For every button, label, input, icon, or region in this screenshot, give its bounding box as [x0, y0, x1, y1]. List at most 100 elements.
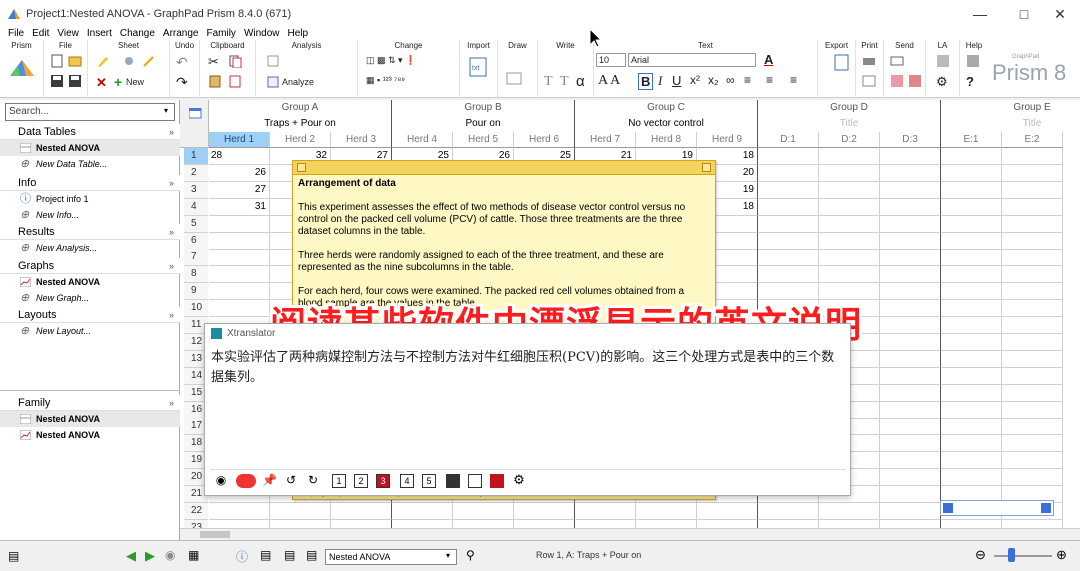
table-cell[interactable] [819, 181, 880, 199]
highlight-pen-icon[interactable] [96, 54, 110, 68]
table-cell[interactable] [270, 502, 331, 520]
group-title[interactable]: No vector control [575, 116, 758, 132]
new-sheet-button[interactable]: New [126, 77, 144, 87]
table-cell[interactable] [880, 350, 941, 368]
collapse-icon[interactable]: » [169, 395, 174, 411]
menu-arrange[interactable]: Arrange [163, 27, 199, 40]
table-cell[interactable] [819, 502, 880, 520]
table-cell[interactable] [880, 164, 941, 182]
table-cell[interactable] [1002, 148, 1063, 165]
collapse-icon[interactable]: » [169, 307, 174, 323]
note-close-icon[interactable] [702, 163, 711, 172]
table-cell[interactable] [941, 519, 1002, 528]
column-header[interactable]: Herd 8 [636, 132, 697, 148]
table-cell[interactable] [819, 519, 880, 528]
table-cell[interactable] [941, 266, 1002, 284]
undo-icon[interactable]: ↶ [176, 54, 188, 71]
la-icon[interactable] [936, 54, 950, 68]
new-file-icon[interactable] [50, 54, 64, 68]
table-cell[interactable] [453, 502, 514, 520]
row-number[interactable]: 4 [184, 198, 208, 216]
menu-insert[interactable]: Insert [87, 27, 112, 40]
column-header[interactable]: Herd 9 [697, 132, 758, 148]
column-header[interactable]: Herd 7 [575, 132, 636, 148]
table-cell[interactable] [758, 164, 819, 182]
table-cell[interactable] [1002, 350, 1063, 368]
table-cell[interactable] [1002, 266, 1063, 284]
note-collapse-icon[interactable] [297, 163, 306, 172]
table-cell[interactable] [1002, 367, 1063, 385]
table-cell[interactable] [880, 519, 941, 528]
table-cell[interactable] [880, 401, 941, 419]
section-title[interactable]: Layouts [18, 309, 57, 321]
search-input[interactable]: Search... [5, 103, 175, 121]
table-cell[interactable]: 27 [209, 181, 270, 199]
table-cell[interactable] [331, 519, 392, 528]
nav-item-new-layout[interactable]: ⊕ New Layout... [0, 323, 180, 339]
group-header[interactable]: Group E [941, 100, 1080, 116]
wand-icon[interactable] [142, 54, 156, 68]
table-cell[interactable] [880, 148, 941, 165]
horizontal-scrollbar[interactable] [180, 528, 1080, 540]
mini-close-icon[interactable] [1041, 503, 1051, 513]
rotate-right-icon[interactable]: ↻ [306, 474, 320, 488]
page-5-button[interactable]: 5 [422, 474, 436, 488]
mini-collapse-icon[interactable] [943, 503, 953, 513]
table-cell[interactable] [1002, 452, 1063, 470]
menu-edit[interactable]: Edit [32, 27, 49, 40]
sheet-select[interactable]: Nested ANOVA [325, 549, 457, 565]
table-cell[interactable] [941, 418, 1002, 436]
table-cell[interactable] [941, 164, 1002, 182]
table-cell[interactable] [880, 418, 941, 436]
analyze-icon[interactable] [266, 75, 280, 89]
table-cell[interactable] [758, 198, 819, 216]
prev-sheet-icon[interactable]: ◀ [126, 548, 136, 564]
table-cell[interactable] [758, 148, 819, 165]
table-cell[interactable] [209, 266, 270, 284]
table-cell[interactable] [697, 502, 758, 520]
column-header[interactable]: Herd 2 [270, 132, 331, 148]
table-cell[interactable] [941, 300, 1002, 318]
paste-icon[interactable] [208, 74, 222, 88]
menu-help[interactable]: Help [288, 27, 309, 40]
table-cell[interactable] [209, 519, 270, 528]
table-cell[interactable] [880, 283, 941, 301]
page-4-button[interactable]: 4 [400, 474, 414, 488]
table-cell[interactable] [819, 266, 880, 284]
menu-family[interactable]: Family [206, 27, 235, 40]
table-cell[interactable] [575, 502, 636, 520]
view-graph-icon[interactable]: ▤ [284, 548, 295, 562]
section-title[interactable]: Graphs [18, 260, 54, 272]
section-title[interactable]: Results [18, 226, 55, 238]
table-cell[interactable] [1002, 435, 1063, 453]
table-cell[interactable] [1002, 519, 1063, 528]
row-number[interactable]: 6 [184, 232, 208, 250]
table-cell[interactable] [880, 266, 941, 284]
table-cell[interactable] [1002, 215, 1063, 233]
nav-item-new-analysis[interactable]: ⊕ New Analysis... [0, 240, 180, 256]
save-icon[interactable] [50, 74, 64, 88]
table-cell[interactable] [1002, 300, 1063, 318]
font-grow-icon[interactable]: A A [598, 73, 620, 89]
column-header[interactable]: D:1 [758, 132, 819, 148]
table-cell[interactable] [880, 502, 941, 520]
row-number[interactable]: 8 [184, 266, 208, 284]
text-box-icon[interactable]: T [560, 74, 569, 90]
nav-item-new-data-table[interactable]: ⊕ New Data Table... [0, 156, 180, 172]
table-cell[interactable] [209, 502, 270, 520]
group-title[interactable]: Title [941, 116, 1080, 132]
table-cell[interactable] [453, 519, 514, 528]
bold-button[interactable]: B [638, 73, 654, 90]
view-table-icon[interactable]: ▦ [188, 548, 199, 562]
table-cell[interactable] [514, 502, 575, 520]
menu-window[interactable]: Window [244, 27, 280, 40]
table-cell[interactable] [880, 232, 941, 250]
group-header[interactable]: Group D [758, 100, 941, 116]
menu-change[interactable]: Change [120, 27, 155, 40]
translator-title-bar[interactable]: Xtranslator [205, 324, 850, 343]
table-cell[interactable] [880, 181, 941, 199]
zoom-thumb[interactable] [1008, 548, 1015, 562]
table-cell[interactable] [941, 469, 1002, 487]
draw-shape-icon[interactable] [506, 72, 524, 86]
print-preview-icon[interactable] [862, 74, 876, 88]
